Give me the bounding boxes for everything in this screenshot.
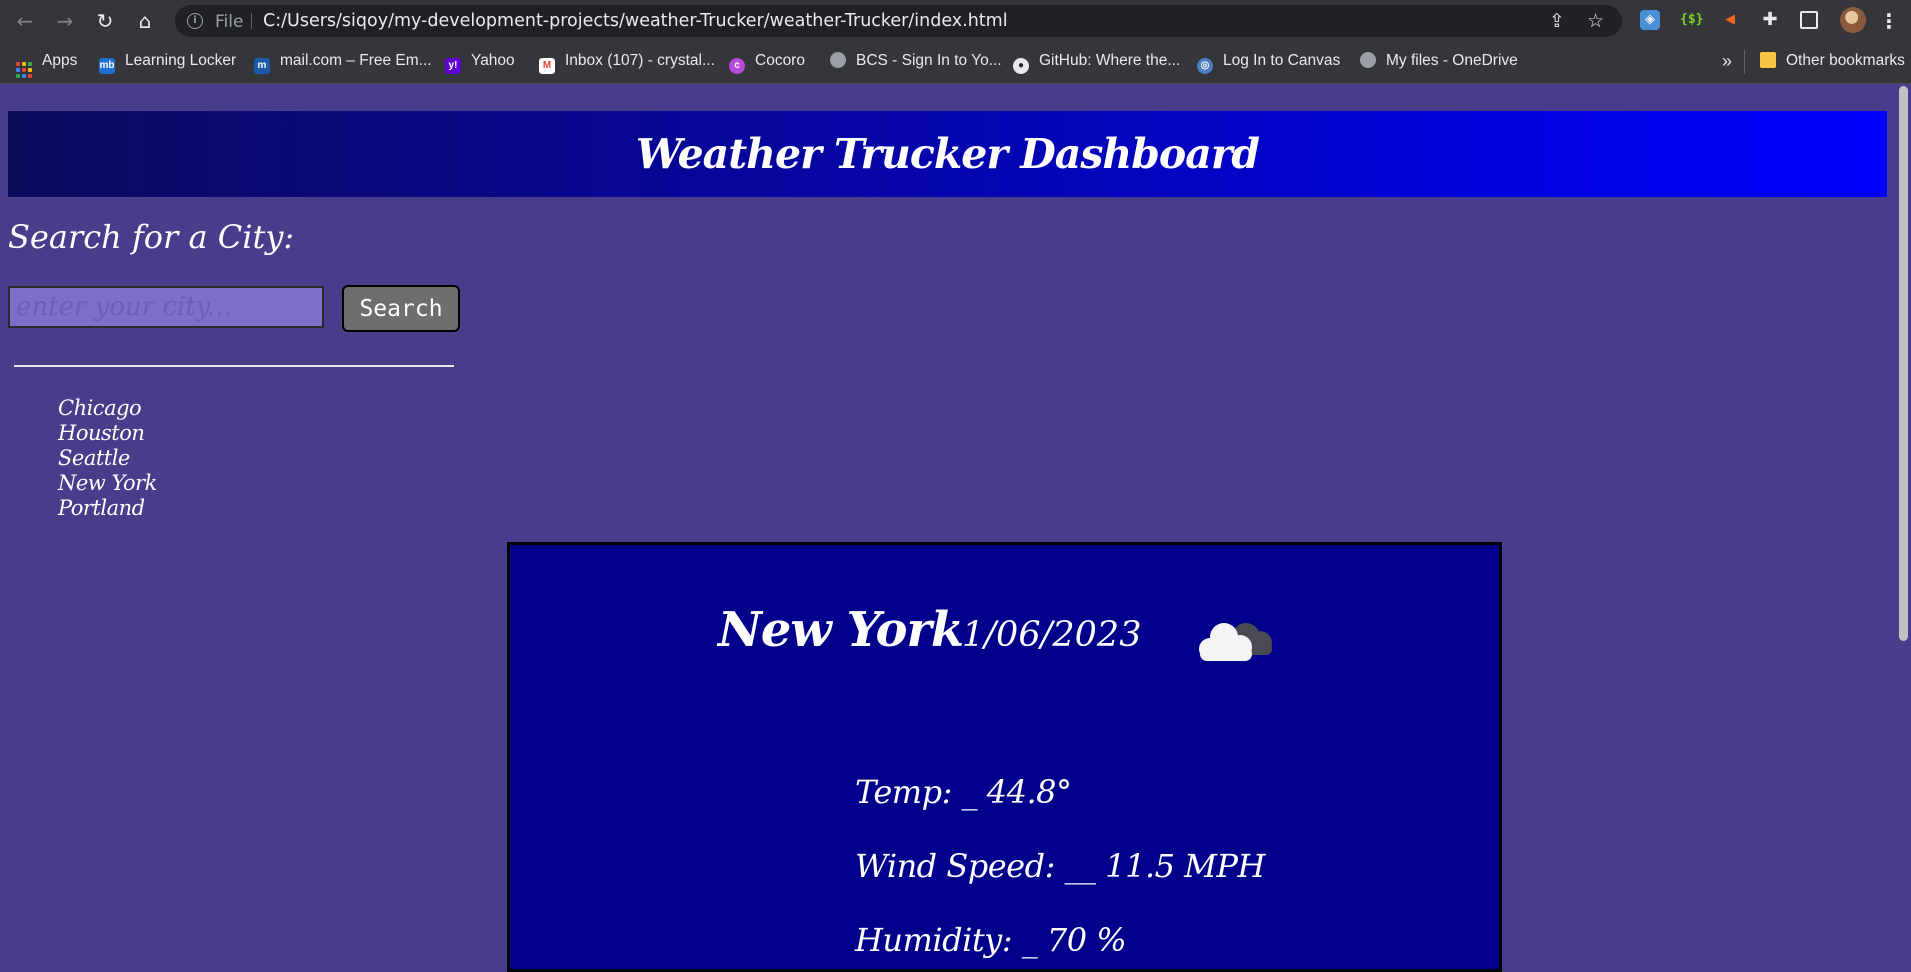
bookmark-gmail-inbox[interactable]: M Inbox (107) - crystal... — [539, 49, 715, 74]
history-item[interactable]: New York — [58, 471, 157, 496]
star-icon[interactable]: ☆ — [1587, 10, 1604, 32]
bookmark-canvas[interactable]: ◎ Log In to Canvas — [1197, 49, 1341, 74]
wind-speed-readout: Wind Speed: __ 11.5 MPH — [855, 847, 1265, 885]
bookmark-yahoo[interactable]: y! Yahoo — [445, 49, 515, 74]
bookmark-label: GitHub: Where the... — [1039, 52, 1181, 69]
extension-megaphone-icon[interactable]: ◀ — [1720, 10, 1740, 30]
yahoo-icon: y! — [445, 58, 461, 74]
bookmark-label: Apps — [42, 52, 78, 69]
search-history-list: Chicago Houston Seattle New York Portlan… — [58, 396, 157, 521]
bookmark-label: mail.com – Free Em... — [280, 52, 432, 69]
canvas-icon: ◎ — [1197, 58, 1213, 74]
scrollbar-thumb[interactable] — [1899, 86, 1908, 641]
bookmarks-overflow-button[interactable]: » — [1722, 49, 1732, 73]
bookmark-label: Cocoro — [755, 52, 805, 69]
bookmark-apps[interactable]: Apps — [16, 49, 78, 78]
browser-toolbar: ← → ↻ ⌂ i File C:/Users/siqoy/my-develop… — [0, 0, 1911, 41]
apps-grid-icon — [16, 62, 32, 78]
url-text[interactable]: C:/Users/siqoy/my-development-projects/w… — [263, 11, 1008, 31]
extensions-puzzle-icon[interactable]: ✚ — [1760, 10, 1780, 30]
cocoro-icon: c — [729, 58, 745, 74]
info-icon[interactable]: i — [187, 13, 203, 29]
bookmark-label: Yahoo — [471, 52, 515, 69]
search-history-divider — [14, 365, 454, 367]
globe-icon — [1360, 52, 1376, 68]
bookmark-cocoro[interactable]: c Cocoro — [729, 49, 805, 74]
bookmark-bcs[interactable]: BCS - Sign In to Yo... — [830, 49, 1002, 73]
globe-icon — [830, 52, 846, 68]
scheme-label: File — [215, 12, 244, 32]
page-header: Weather Trucker Dashboard — [8, 111, 1887, 197]
side-panel-icon[interactable] — [1800, 11, 1818, 29]
bookmark-label: Learning Locker — [125, 52, 237, 69]
back-arrow-icon[interactable]: ← — [12, 8, 38, 34]
bookmark-label: My files - OneDrive — [1386, 52, 1518, 69]
bookmarks-bar: Apps mb Learning Locker m mail.com – Free … — [0, 41, 1911, 84]
current-weather-card: New York 1/06/2023 Temp: _ 44.8° Wind Sp… — [507, 542, 1502, 972]
extension-diamond-icon[interactable]: ◈ — [1640, 10, 1660, 30]
profile-avatar[interactable] — [1840, 7, 1866, 33]
mb-icon: mb — [99, 58, 115, 74]
history-item[interactable]: Seattle — [58, 446, 157, 471]
gmail-icon: M — [539, 58, 555, 74]
temp-readout: Temp: _ 44.8° — [855, 773, 1072, 811]
history-item[interactable]: Chicago — [58, 396, 157, 421]
bookmark-onedrive[interactable]: My files - OneDrive — [1360, 49, 1518, 73]
menu-kebab-icon[interactable]: ⋮ — [1876, 8, 1902, 34]
bookmark-label: Other bookmarks — [1786, 52, 1905, 69]
page-title: Weather Trucker Dashboard — [635, 130, 1260, 178]
address-divider — [251, 13, 252, 29]
city-search-input[interactable] — [8, 286, 324, 328]
extension-braces-icon[interactable]: {$} — [1680, 10, 1703, 30]
bookmark-github[interactable]: ● GitHub: Where the... — [1013, 49, 1181, 74]
cloudy-icon — [1199, 623, 1272, 661]
reload-icon[interactable]: ↻ — [92, 8, 118, 34]
city-name: New York — [718, 602, 964, 658]
address-bar[interactable]: i File C:/Users/siqoy/my-development-pro… — [175, 5, 1622, 37]
share-icon[interactable]: ⇪ — [1549, 10, 1565, 32]
bookmark-label: BCS - Sign In to Yo... — [856, 52, 1002, 69]
forward-arrow-icon[interactable]: → — [52, 8, 78, 34]
mail-icon: m — [254, 58, 270, 74]
home-icon[interactable]: ⌂ — [132, 8, 158, 34]
bookmark-label: Inbox (107) - crystal... — [565, 52, 715, 69]
humidity-readout: Humidity: _ 70 % — [855, 921, 1127, 959]
bookmark-mail-com[interactable]: m mail.com – Free Em... — [254, 49, 432, 74]
current-date: 1/06/2023 — [962, 615, 1142, 655]
search-button[interactable]: Search — [342, 285, 460, 332]
bookmark-label: Log In to Canvas — [1223, 52, 1341, 69]
bookmarks-divider — [1744, 50, 1745, 74]
search-heading: Search for a City: — [8, 218, 295, 256]
history-item[interactable]: Portland — [58, 496, 157, 521]
github-icon: ● — [1013, 58, 1029, 74]
bookmark-learning-locker[interactable]: mb Learning Locker — [99, 49, 237, 74]
other-bookmarks[interactable]: Other bookmarks — [1760, 49, 1905, 73]
history-item[interactable]: Houston — [58, 421, 157, 446]
folder-icon — [1760, 52, 1776, 68]
